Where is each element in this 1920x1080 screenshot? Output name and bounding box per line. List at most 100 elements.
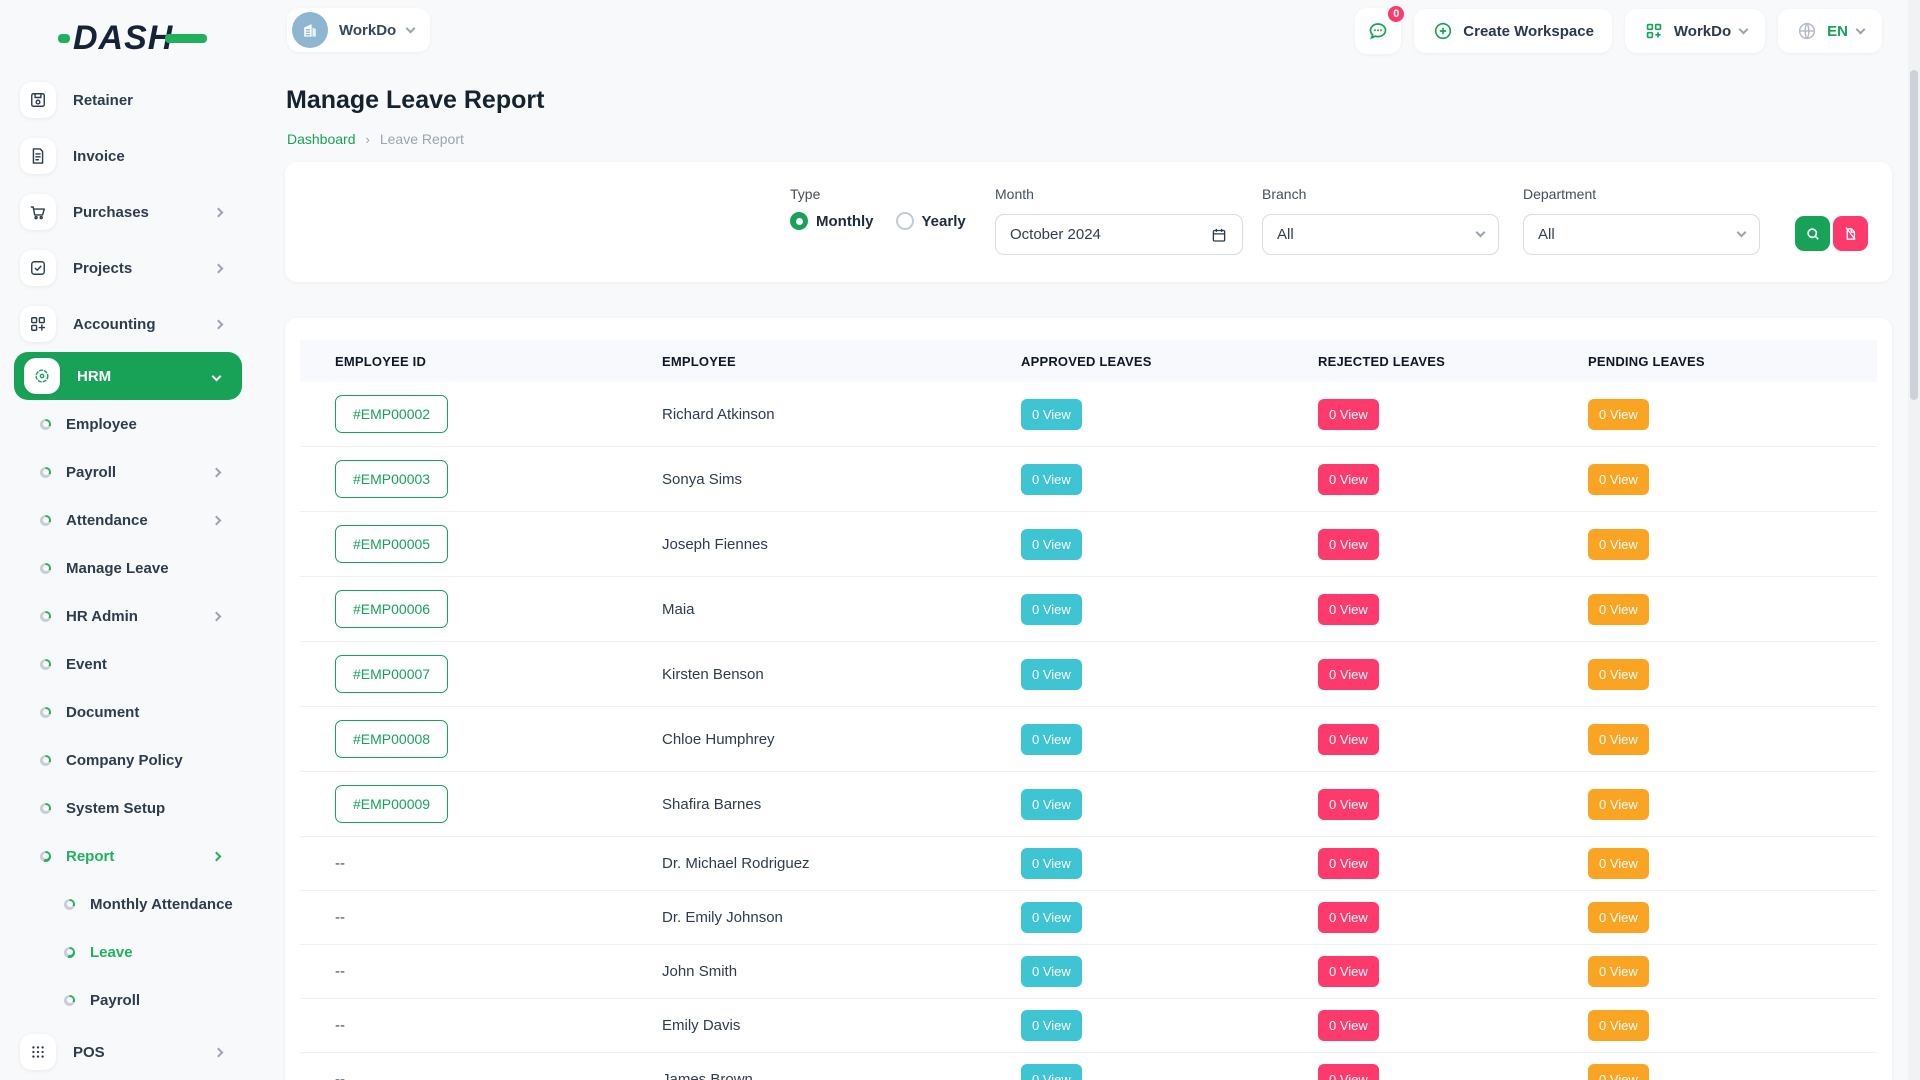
employee-id: -- bbox=[335, 963, 345, 980]
approved-view-badge[interactable]: 0 View bbox=[1021, 902, 1082, 933]
approved-view-badge[interactable]: 0 View bbox=[1021, 789, 1082, 820]
pending-view-badge[interactable]: 0 View bbox=[1588, 956, 1649, 987]
month-input[interactable]: October 2024 bbox=[995, 214, 1243, 255]
rejected-view-badge[interactable]: 0 View bbox=[1318, 902, 1379, 933]
pos-grid-icon bbox=[20, 1034, 56, 1070]
rejected-view-badge[interactable]: 0 View bbox=[1318, 848, 1379, 879]
employee-id[interactable]: #EMP00003 bbox=[335, 460, 448, 498]
sidebar-item-pos[interactable]: POS bbox=[0, 1024, 260, 1080]
rejected-view-badge[interactable]: 0 View bbox=[1318, 529, 1379, 560]
chevron-down-icon bbox=[1739, 24, 1749, 34]
sidebar-item-projects[interactable]: Projects bbox=[0, 240, 260, 296]
rejected-view-badge[interactable]: 0 View bbox=[1318, 789, 1379, 820]
chevron-right-icon bbox=[215, 203, 222, 221]
language-selector[interactable]: EN bbox=[1778, 9, 1882, 53]
sidebar-item-purchases[interactable]: Purchases bbox=[0, 184, 260, 240]
pending-view-badge[interactable]: 0 View bbox=[1588, 848, 1649, 879]
sidebar-item-payroll[interactable]: Payroll bbox=[0, 448, 260, 496]
bullet-icon bbox=[40, 515, 51, 526]
table-row: #EMP00002 Richard Atkinson 0 View 0 View… bbox=[300, 382, 1877, 447]
workspace-selector[interactable]: WorkDo bbox=[287, 8, 430, 52]
sidebar-item-document[interactable]: Document bbox=[0, 688, 260, 736]
logo-text: DASH bbox=[73, 19, 173, 58]
sidebar-item-manage-leave[interactable]: Manage Leave bbox=[0, 544, 260, 592]
reset-filter-button[interactable] bbox=[1833, 216, 1868, 251]
page-scrollbar[interactable] bbox=[1908, 0, 1920, 1080]
calendar-icon bbox=[1210, 226, 1228, 244]
sidebar-item-employee[interactable]: Employee bbox=[0, 400, 260, 448]
type-radio-group: Monthly Yearly bbox=[790, 212, 966, 230]
rejected-view-badge[interactable]: 0 View bbox=[1318, 724, 1379, 755]
sidebar-item-event[interactable]: Event bbox=[0, 640, 260, 688]
sidebar-item-report[interactable]: Report bbox=[0, 832, 260, 880]
radio-monthly[interactable]: Monthly bbox=[790, 212, 874, 230]
pending-view-badge[interactable]: 0 View bbox=[1588, 399, 1649, 430]
rejected-view-badge[interactable]: 0 View bbox=[1318, 594, 1379, 625]
chevron-right-icon bbox=[215, 315, 222, 333]
employee-id[interactable]: #EMP00002 bbox=[335, 395, 448, 433]
approved-view-badge[interactable]: 0 View bbox=[1021, 594, 1082, 625]
pending-view-badge[interactable]: 0 View bbox=[1588, 902, 1649, 933]
pending-view-badge[interactable]: 0 View bbox=[1588, 464, 1649, 495]
sidebar-item-hr-admin[interactable]: HR Admin bbox=[0, 592, 260, 640]
approved-view-badge[interactable]: 0 View bbox=[1021, 1010, 1082, 1041]
employee-id[interactable]: #EMP00005 bbox=[335, 525, 448, 563]
building-icon bbox=[300, 20, 320, 40]
dash-logo[interactable]: DASH bbox=[58, 16, 208, 60]
pending-view-badge[interactable]: 0 View bbox=[1588, 724, 1649, 755]
sidebar-nav: Retainer Invoice Purchases Projects bbox=[0, 72, 260, 1080]
radio-unselected-icon bbox=[896, 212, 914, 230]
bullet-icon bbox=[40, 707, 51, 718]
sidebar-item-payroll[interactable]: Payroll bbox=[0, 976, 260, 1024]
rejected-view-badge[interactable]: 0 View bbox=[1318, 464, 1379, 495]
approved-view-badge[interactable]: 0 View bbox=[1021, 464, 1082, 495]
search-icon bbox=[1804, 225, 1822, 243]
rejected-view-badge[interactable]: 0 View bbox=[1318, 1010, 1379, 1041]
sidebar-item-leave[interactable]: Leave bbox=[0, 928, 260, 976]
table-row: #EMP00008 Chloe Humphrey 0 View 0 View 0… bbox=[300, 707, 1877, 772]
sidebar-item-hrm[interactable]: HRM bbox=[14, 352, 242, 400]
pending-view-badge[interactable]: 0 View bbox=[1588, 789, 1649, 820]
radio-yearly[interactable]: Yearly bbox=[896, 212, 966, 230]
messenger-button[interactable]: 0 bbox=[1355, 8, 1401, 54]
sidebar-item-monthly-attendance[interactable]: Monthly Attendance bbox=[0, 880, 260, 928]
rejected-view-badge[interactable]: 0 View bbox=[1318, 399, 1379, 430]
search-button[interactable] bbox=[1795, 216, 1830, 251]
employee-id[interactable]: #EMP00008 bbox=[335, 720, 448, 758]
pending-view-badge[interactable]: 0 View bbox=[1588, 529, 1649, 560]
sidebar-item-accounting[interactable]: Accounting bbox=[0, 296, 260, 352]
bullet-icon bbox=[40, 851, 51, 862]
approved-view-badge[interactable]: 0 View bbox=[1021, 659, 1082, 690]
pending-view-badge[interactable]: 0 View bbox=[1588, 1010, 1649, 1041]
rejected-view-badge[interactable]: 0 View bbox=[1318, 1064, 1379, 1080]
employee-id[interactable]: #EMP00006 bbox=[335, 590, 448, 628]
branch-select[interactable]: All bbox=[1262, 214, 1499, 255]
approved-view-badge[interactable]: 0 View bbox=[1021, 724, 1082, 755]
sidebar-item-company-policy[interactable]: Company Policy bbox=[0, 736, 260, 784]
approved-view-badge[interactable]: 0 View bbox=[1021, 956, 1082, 987]
approved-view-badge[interactable]: 0 View bbox=[1021, 1064, 1082, 1080]
sidebar-item-system-setup[interactable]: System Setup bbox=[0, 784, 260, 832]
sidebar-item-invoice[interactable]: Invoice bbox=[0, 128, 260, 184]
sidebar-item-attendance[interactable]: Attendance bbox=[0, 496, 260, 544]
department-select[interactable]: All bbox=[1523, 214, 1760, 255]
pending-view-badge[interactable]: 0 View bbox=[1588, 1064, 1649, 1080]
workdo-menu-button[interactable]: WorkDo bbox=[1625, 9, 1765, 53]
branch-value: All bbox=[1277, 226, 1294, 243]
breadcrumb-dashboard-link[interactable]: Dashboard bbox=[287, 131, 356, 147]
sidebar-item-label: Purchases bbox=[73, 204, 149, 221]
create-workspace-button[interactable]: Create Workspace bbox=[1414, 9, 1612, 53]
employee-id[interactable]: #EMP00007 bbox=[335, 655, 448, 693]
employee-id[interactable]: #EMP00009 bbox=[335, 785, 448, 823]
rejected-view-badge[interactable]: 0 View bbox=[1318, 956, 1379, 987]
pending-view-badge[interactable]: 0 View bbox=[1588, 659, 1649, 690]
scrollbar-thumb[interactable] bbox=[1910, 70, 1918, 400]
approved-view-badge[interactable]: 0 View bbox=[1021, 529, 1082, 560]
approved-view-badge[interactable]: 0 View bbox=[1021, 848, 1082, 879]
rejected-view-badge[interactable]: 0 View bbox=[1318, 659, 1379, 690]
approved-view-badge[interactable]: 0 View bbox=[1021, 399, 1082, 430]
pending-view-badge[interactable]: 0 View bbox=[1588, 594, 1649, 625]
sidebar-item-retainer[interactable]: Retainer bbox=[0, 72, 260, 128]
grid-plus-icon bbox=[20, 306, 56, 342]
sidebar-item-label: Monthly Attendance bbox=[90, 896, 233, 913]
